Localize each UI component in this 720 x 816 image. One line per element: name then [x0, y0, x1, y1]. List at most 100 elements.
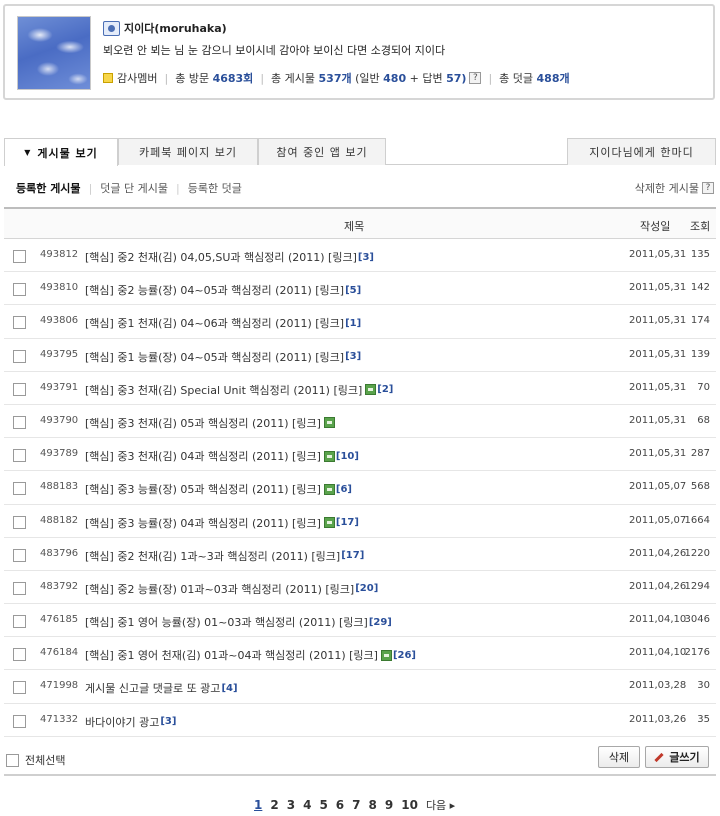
row-title[interactable]: [핵심] 중1 능률(장) 04~05과 핵심정리 (2011) [링크] — [85, 349, 344, 365]
tab-apps[interactable]: 참여 중인 앱 보기 — [258, 138, 386, 165]
row-checkbox[interactable] — [13, 349, 26, 363]
table-row[interactable]: 493810 [핵심] 중2 능률(장) 04~05과 핵심정리 (2011) [… — [4, 272, 716, 306]
table-row[interactable]: 493789 [핵심] 중3 천재(김) 04과 핵심정리 (2011) [링크]… — [4, 438, 716, 472]
row-title[interactable]: 바다이야기 광고 — [85, 714, 159, 730]
row-checkbox[interactable] — [13, 648, 26, 662]
page-link-5[interactable]: 5 — [319, 798, 327, 812]
page-link-10[interactable]: 10 — [401, 798, 418, 812]
row-title-cell[interactable]: [핵심] 중1 능률(장) 04~05과 핵심정리 (2011) [링크] [3] — [85, 349, 361, 365]
row-comment-count[interactable]: [10] — [336, 451, 359, 462]
table-row[interactable]: 488182 [핵심] 중3 능률(장) 04과 핵심정리 (2011) [링크]… — [4, 505, 716, 538]
row-comment-count[interactable]: [3] — [160, 716, 176, 727]
row-title-cell[interactable]: [핵심] 중1 영어 천재(김) 01과~04과 핵심정리 (2011) [링크… — [85, 647, 416, 663]
row-checkbox[interactable] — [13, 382, 26, 396]
subnav-my-comments[interactable]: 등록한 덧글 — [188, 180, 242, 196]
page-link-2[interactable]: 2 — [270, 798, 278, 812]
next-page-link[interactable]: 다음 ▸ — [426, 797, 455, 813]
delete-button[interactable]: 삭제 — [598, 746, 640, 768]
row-checkbox[interactable] — [13, 449, 26, 463]
row-title[interactable]: [핵심] 중2 능률(장) 04~05과 핵심정리 (2011) [링크] — [85, 282, 344, 298]
row-title-cell[interactable]: [핵심] 중3 천재(김) 04과 핵심정리 (2011) [링크] [10] — [85, 448, 359, 464]
row-title-cell[interactable]: 바다이야기 광고 [3] — [85, 714, 176, 730]
table-row[interactable]: 476184 [핵심] 중1 영어 천재(김) 01과~04과 핵심정리 (201… — [4, 637, 716, 671]
tab-message[interactable]: 지이다님에게 한마디 — [567, 138, 716, 165]
row-checkbox[interactable] — [13, 548, 26, 562]
row-checkbox[interactable] — [13, 515, 26, 529]
page-link-7[interactable]: 7 — [352, 798, 360, 812]
row-title-cell[interactable]: [핵심] 중2 천재(김) 04,05,SU과 핵심정리 (2011) [링크]… — [85, 249, 374, 265]
row-title[interactable]: [핵심] 중2 능률(장) 01과~03과 핵심정리 (2011) [링크] — [85, 581, 354, 597]
row-comment-count[interactable]: [3] — [358, 252, 374, 263]
profile-avatar[interactable] — [17, 16, 91, 90]
row-title-cell[interactable]: [핵심] 중2 능률(장) 04~05과 핵심정리 (2011) [링크] [5] — [85, 282, 361, 298]
row-comment-count[interactable]: [20] — [355, 583, 378, 594]
row-comment-count[interactable]: [26] — [393, 650, 416, 661]
row-title-cell[interactable]: [핵심] 중1 영어 능률(장) 01~03과 핵심정리 (2011) [링크]… — [85, 614, 392, 630]
row-title-cell[interactable]: [핵심] 중3 천재(김) Special Unit 핵심정리 (2011) [… — [85, 382, 393, 398]
page-link-6[interactable]: 6 — [336, 798, 344, 812]
row-checkbox[interactable] — [13, 415, 26, 429]
select-all[interactable]: 전체선택 — [6, 752, 65, 768]
table-row[interactable]: 488183 [핵심] 중3 능률(장) 05과 핵심정리 (2011) [링크]… — [4, 471, 716, 505]
row-title-cell[interactable]: [핵심] 중2 천재(김) 1과~3과 핵심정리 (2011) [링크] [17] — [85, 548, 364, 564]
subnav-commented-posts[interactable]: 덧글 단 게시물 — [100, 180, 168, 196]
page-link-1[interactable]: 1 — [254, 798, 262, 812]
row-title[interactable]: [핵심] 중3 능률(장) 05과 핵심정리 (2011) [링크] — [85, 481, 321, 497]
row-comment-count[interactable]: [1] — [345, 318, 361, 329]
select-all-checkbox[interactable] — [6, 753, 19, 767]
table-row[interactable]: 483796 [핵심] 중2 천재(김) 1과~3과 핵심정리 (2011) [링… — [4, 538, 716, 571]
row-title-cell[interactable]: 게시물 신고글 댓글로 또 광고 [4] — [85, 680, 238, 696]
row-title[interactable]: [핵심] 중1 영어 능률(장) 01~03과 핵심정리 (2011) [링크] — [85, 614, 368, 630]
page-link-3[interactable]: 3 — [287, 798, 295, 812]
row-title[interactable]: [핵심] 중2 천재(김) 1과~3과 핵심정리 (2011) [링크] — [85, 548, 340, 564]
row-comment-count[interactable]: [29] — [369, 617, 392, 628]
row-comment-count[interactable]: [2] — [377, 384, 393, 395]
page-link-9[interactable]: 9 — [385, 798, 393, 812]
table-row[interactable]: 471332 바다이야기 광고 [3] 2011,03,26 35 — [4, 704, 716, 737]
profile-nickname[interactable]: 지이다(moruhaka) — [124, 20, 227, 36]
deleted-posts-link[interactable]: 삭제한 게시물 ? — [635, 180, 714, 196]
table-row[interactable]: 493790 [핵심] 중3 천재(김) 05과 핵심정리 (2011) [링크]… — [4, 405, 716, 439]
table-row[interactable]: 471998 게시물 신고글 댓글로 또 광고 [4] 2011,03,28 30 — [4, 670, 716, 704]
row-title[interactable]: [핵심] 중3 능률(장) 04과 핵심정리 (2011) [링크] — [85, 515, 321, 531]
row-checkbox[interactable] — [13, 615, 26, 629]
table-row[interactable]: 493806 [핵심] 중1 천재(김) 04~06과 핵심정리 (2011) [… — [4, 305, 716, 339]
row-checkbox[interactable] — [13, 283, 26, 297]
row-comment-count[interactable]: [4] — [221, 683, 237, 694]
table-row[interactable]: 476185 [핵심] 중1 영어 능률(장) 01~03과 핵심정리 (2011… — [4, 604, 716, 638]
table-row[interactable]: 493795 [핵심] 중1 능률(장) 04~05과 핵심정리 (2011) [… — [4, 339, 716, 372]
table-row[interactable]: 493812 [핵심] 중2 천재(김) 04,05,SU과 핵심정리 (2011… — [4, 239, 716, 273]
help-icon[interactable]: ? — [469, 72, 482, 84]
row-title-cell[interactable]: [핵심] 중1 천재(김) 04~06과 핵심정리 (2011) [링크] [1] — [85, 315, 361, 331]
row-checkbox[interactable] — [13, 714, 26, 728]
subnav-registered-posts[interactable]: 등록한 게시물 — [16, 180, 81, 196]
row-title[interactable]: [핵심] 중3 천재(김) 05과 핵심정리 (2011) [링크] — [85, 415, 321, 431]
table-row[interactable]: 483792 [핵심] 중2 능률(장) 01과~03과 핵심정리 (2011) … — [4, 571, 716, 605]
row-title[interactable]: [핵심] 중1 영어 천재(김) 01과~04과 핵심정리 (2011) [링크… — [85, 647, 378, 663]
row-checkbox[interactable] — [13, 482, 26, 496]
row-comment-count[interactable]: [5] — [345, 285, 361, 296]
row-title-cell[interactable]: [핵심] 중3 능률(장) 05과 핵심정리 (2011) [링크] [6] — [85, 481, 352, 497]
row-title-cell[interactable]: [핵심] 중3 천재(김) 05과 핵심정리 (2011) [링크] — [85, 415, 336, 431]
row-checkbox[interactable] — [13, 581, 26, 595]
table-row[interactable]: 493791 [핵심] 중3 천재(김) Special Unit 핵심정리 (2… — [4, 372, 716, 405]
row-title[interactable]: [핵심] 중3 천재(김) Special Unit 핵심정리 (2011) [… — [85, 382, 362, 398]
deleted-posts-label[interactable]: 삭제한 게시물 — [635, 180, 699, 196]
tab-cafebook[interactable]: 카페북 페이지 보기 — [118, 138, 258, 165]
row-checkbox[interactable] — [13, 250, 26, 263]
help-icon[interactable]: ? — [702, 182, 714, 194]
row-checkbox[interactable] — [13, 316, 26, 330]
page-link-4[interactable]: 4 — [303, 798, 311, 812]
row-title-cell[interactable]: [핵심] 중3 능률(장) 04과 핵심정리 (2011) [링크] [17] — [85, 515, 359, 531]
row-title[interactable]: [핵심] 중1 천재(김) 04~06과 핵심정리 (2011) [링크] — [85, 315, 344, 331]
row-comment-count[interactable]: [3] — [345, 351, 361, 362]
row-title-cell[interactable]: [핵심] 중2 능률(장) 01과~03과 핵심정리 (2011) [링크] [2… — [85, 581, 378, 597]
row-title[interactable]: [핵심] 중2 천재(김) 04,05,SU과 핵심정리 (2011) [링크] — [85, 249, 357, 265]
row-comment-count[interactable]: [6] — [336, 484, 352, 495]
tab-posts[interactable]: ▼ 게시물 보기 — [4, 138, 118, 166]
row-comment-count[interactable]: [17] — [341, 550, 364, 561]
row-comment-count[interactable]: [17] — [336, 517, 359, 528]
page-link-8[interactable]: 8 — [369, 798, 377, 812]
write-button[interactable]: 글쓰기 — [645, 746, 709, 768]
row-title[interactable]: [핵심] 중3 천재(김) 04과 핵심정리 (2011) [링크] — [85, 448, 321, 464]
